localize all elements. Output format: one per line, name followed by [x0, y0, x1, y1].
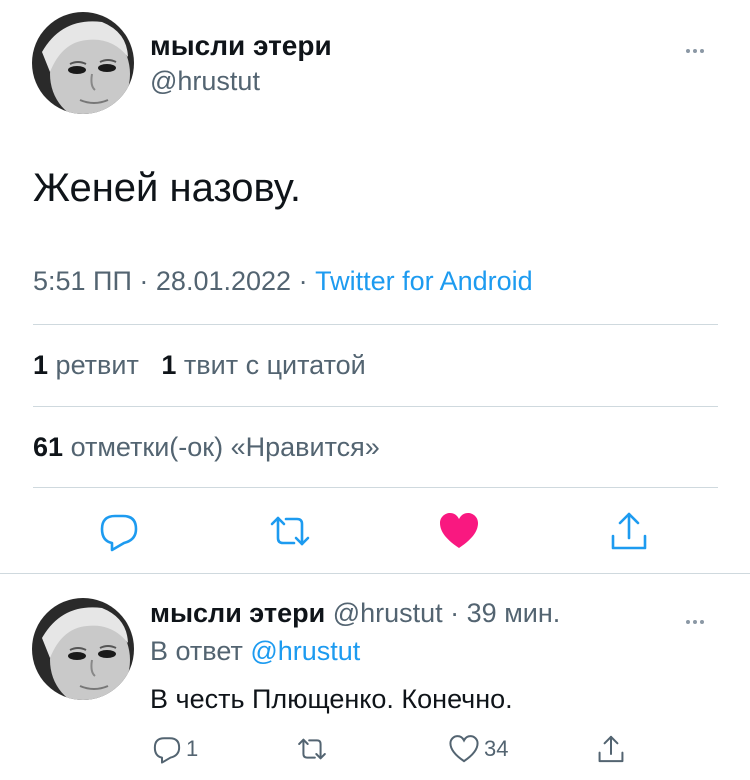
avatar-image	[32, 598, 134, 700]
divider	[33, 406, 718, 407]
reply-text: В честь Плющенко. Конечно.	[150, 684, 513, 714]
reply-author-name[interactable]: мысли этери	[150, 598, 325, 628]
retweet-icon	[270, 516, 310, 546]
section-divider	[0, 573, 750, 574]
share-icon	[598, 735, 624, 763]
like-count: 34	[484, 736, 509, 761]
more-icon[interactable]	[686, 40, 707, 58]
more-icon[interactable]	[686, 611, 707, 629]
reply-reply-button[interactable]: 1	[152, 734, 198, 764]
reply-time[interactable]: 39 мин.	[467, 598, 561, 628]
retweets-label: ретвит	[55, 350, 139, 380]
reply-author-handle[interactable]: @hrustut	[333, 598, 443, 628]
likes-label: отметки(-ок) «Нравится»	[70, 432, 380, 462]
share-button[interactable]	[608, 510, 650, 557]
like-button[interactable]	[438, 510, 480, 557]
tweet-date[interactable]: 28.01.2022	[156, 266, 291, 296]
share-icon	[611, 512, 647, 550]
tweet-meta: 5:51 ПП · 28.01.2022 · Twitter for Andro…	[33, 266, 533, 297]
reply-count: 1	[186, 736, 199, 761]
divider	[33, 324, 718, 325]
replying-prefix: В ответ	[150, 636, 243, 666]
retweet-stats[interactable]: 1 ретвит 1 твит с цитатой	[33, 350, 366, 381]
quotes-label: твит с цитатой	[183, 350, 366, 380]
reply-button[interactable]	[98, 510, 140, 557]
replying-to: В ответ @hrustut	[150, 636, 360, 667]
reply-header: мысли этери @hrustut · 39 мин.	[150, 598, 561, 628]
avatar-image	[32, 12, 134, 114]
retweet-icon	[298, 738, 326, 760]
tweet-source-link[interactable]: Twitter for Android	[315, 266, 533, 296]
reply-actions: 1 34	[0, 734, 750, 770]
author-name[interactable]: мысли этери	[150, 30, 332, 62]
reply-like-button[interactable]: 34	[448, 734, 508, 764]
reply-author-avatar[interactable]	[32, 598, 134, 700]
reply-retweet-button[interactable]	[296, 734, 328, 764]
reply-share-button[interactable]	[596, 734, 626, 764]
divider	[33, 487, 718, 488]
meta-separator: ·	[139, 266, 149, 296]
reply-icon	[100, 514, 138, 552]
tweet-actions	[0, 510, 750, 554]
reply-icon	[153, 737, 181, 764]
likes-count: 61	[33, 432, 64, 462]
author-handle[interactable]: @hrustut	[150, 66, 260, 97]
heart-outline-icon	[449, 735, 479, 763]
meta-separator: ·	[298, 266, 308, 296]
replying-to-handle[interactable]: @hrustut	[250, 636, 360, 666]
tweet-time: 5:51 ПП	[33, 266, 132, 296]
tweet-text: Женей назову.	[33, 166, 301, 210]
heart-filled-icon	[440, 513, 478, 548]
quotes-count: 1	[161, 350, 177, 380]
retweets-count: 1	[33, 350, 49, 380]
author-avatar[interactable]	[32, 12, 134, 114]
likes-stats[interactable]: 61 отметки(-ок) «Нравится»	[33, 432, 380, 463]
retweet-button[interactable]	[268, 510, 312, 557]
